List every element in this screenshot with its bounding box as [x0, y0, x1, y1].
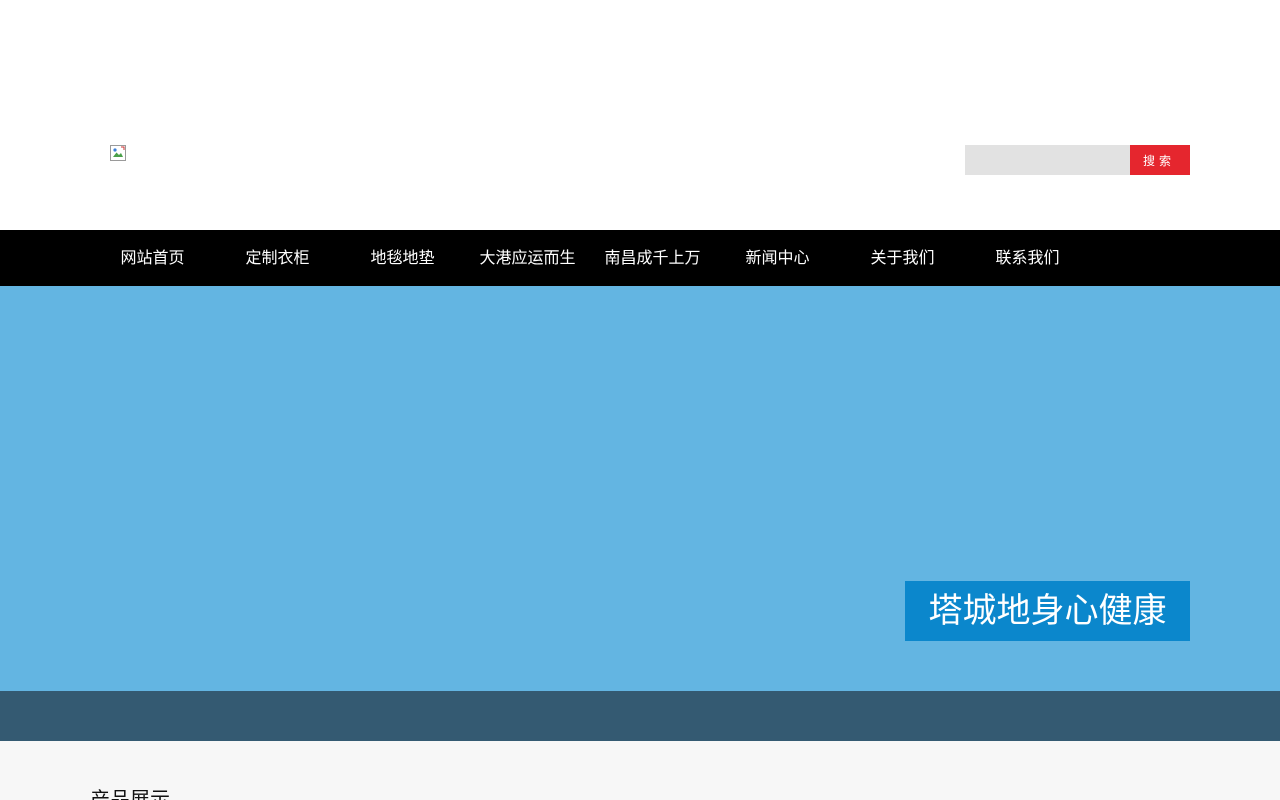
nav-item-home[interactable]: 网站首页: [90, 230, 215, 286]
main-navigation: 网站首页 定制衣柜 地毯地垫 大港应运而生 南昌成千上万 新闻中心 关于我们 联…: [0, 230, 1280, 286]
section-title: 产品展示: [90, 787, 170, 800]
nav-item-about[interactable]: 关于我们: [840, 230, 965, 286]
nav-item-dagang[interactable]: 大港应运而生: [465, 230, 590, 286]
banner-bottom-band: [0, 691, 1280, 741]
banner-caption: 塔城地身心健康: [905, 581, 1190, 641]
nav-item-carpets[interactable]: 地毯地垫: [340, 230, 465, 286]
nav-item-news[interactable]: 新闻中心: [715, 230, 840, 286]
nav-item-custom-wardrobe[interactable]: 定制衣柜: [215, 230, 340, 286]
products-section: 产品展示: [0, 741, 1280, 800]
nav-item-nanchang[interactable]: 南昌成千上万: [590, 230, 715, 286]
logo-broken-image-icon[interactable]: [110, 145, 126, 161]
search-input[interactable]: [965, 145, 1130, 175]
nav-menu: 网站首页 定制衣柜 地毯地垫 大港应运而生 南昌成千上万 新闻中心 关于我们 联…: [90, 230, 1090, 286]
search-form: 搜索: [965, 145, 1190, 175]
site-header: 搜索: [0, 0, 1280, 230]
hero-banner[interactable]: 塔城地身心健康: [0, 286, 1280, 691]
nav-item-contact[interactable]: 联系我们: [965, 230, 1090, 286]
search-button[interactable]: 搜索: [1130, 145, 1190, 175]
